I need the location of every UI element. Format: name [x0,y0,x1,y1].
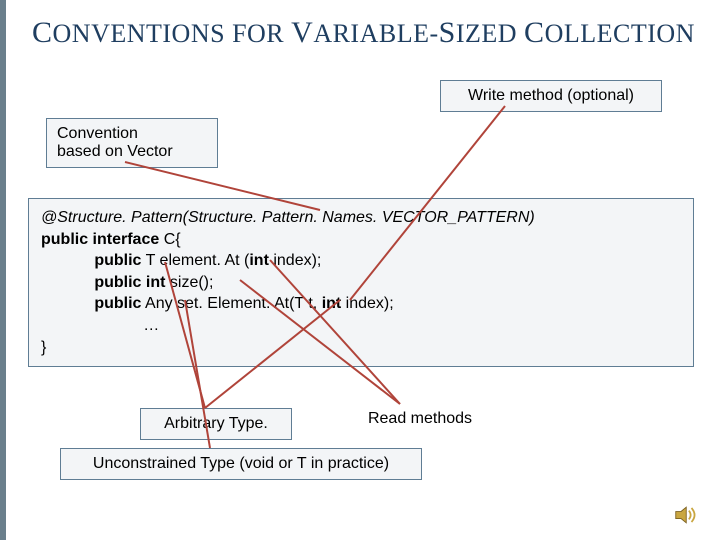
label-write-method: Write method (optional) [440,80,662,112]
title-word-3: ARIABLE [313,19,429,48]
label-read-methods: Read methods [340,404,500,434]
code-annotation-suffix: ) [529,209,534,226]
label-convention-line2: based on Vector [57,143,207,161]
title-cap-1: C [32,16,53,49]
code-m2-kw: public int [94,274,165,291]
code-m1-rest: T element. At ( [141,252,249,269]
code-m1-tail: index); [269,252,321,269]
code-m3-tail: index); [341,295,393,312]
code-annotation-prefix: @Structure. Pattern(Structure. Pattern. … [41,209,382,226]
code-ellipsis: … [41,315,681,337]
code-m2: public int size(); [41,272,681,294]
code-m1: public T element. At (int index); [41,250,681,272]
label-read-text: Read methods [368,410,472,427]
title-word-1: ONVENTIONS [53,19,226,48]
code-m1-int: int [249,252,269,269]
accent-stripe [0,0,6,540]
code-m3: public Any set. Element. At(T t, int ind… [41,293,681,315]
slide-title: CONVENTIONS FOR VARIABLE-SIZED COLLECTIO… [32,16,695,50]
code-m2-rest: size(); [165,274,213,291]
title-word-2: FOR [225,19,291,48]
code-m3-rest: Any set. Element. At(T t, [141,295,321,312]
title-word-4: IZED [456,19,524,48]
title-word-5: OLLECTION [545,19,695,48]
label-convention: Convention based on Vector [46,118,218,168]
code-m1-kw: public [94,252,141,269]
code-ellipsis-text: … [143,317,159,334]
title-cap-5: C [524,16,545,49]
code-block: @Structure. Pattern(Structure. Pattern. … [28,198,694,367]
code-decl-kw: public interface [41,231,159,248]
label-unconstrained-text: Unconstrained Type (void or T in practic… [93,455,389,472]
label-arbitrary-text: Arbitrary Type. [164,415,268,432]
code-m3-kw: public [94,295,141,312]
label-convention-line1: Convention [57,125,207,143]
title-cap-3: V [291,16,313,49]
code-close: } [41,337,681,359]
code-decl-name: C{ [159,231,180,248]
code-annotation: @Structure. Pattern(Structure. Pattern. … [41,207,681,229]
code-m3-int: int [322,295,342,312]
title-dash: - [429,19,438,48]
speaker-icon [674,504,702,526]
label-write-text: Write method (optional) [468,87,634,104]
label-unconstrained-type: Unconstrained Type (void or T in practic… [60,448,422,480]
label-arbitrary-type: Arbitrary Type. [140,408,292,440]
title-cap-4: S [439,16,456,49]
code-annotation-const: VECTOR_PATTERN [382,209,530,226]
code-decl: public interface C{ [41,229,681,251]
